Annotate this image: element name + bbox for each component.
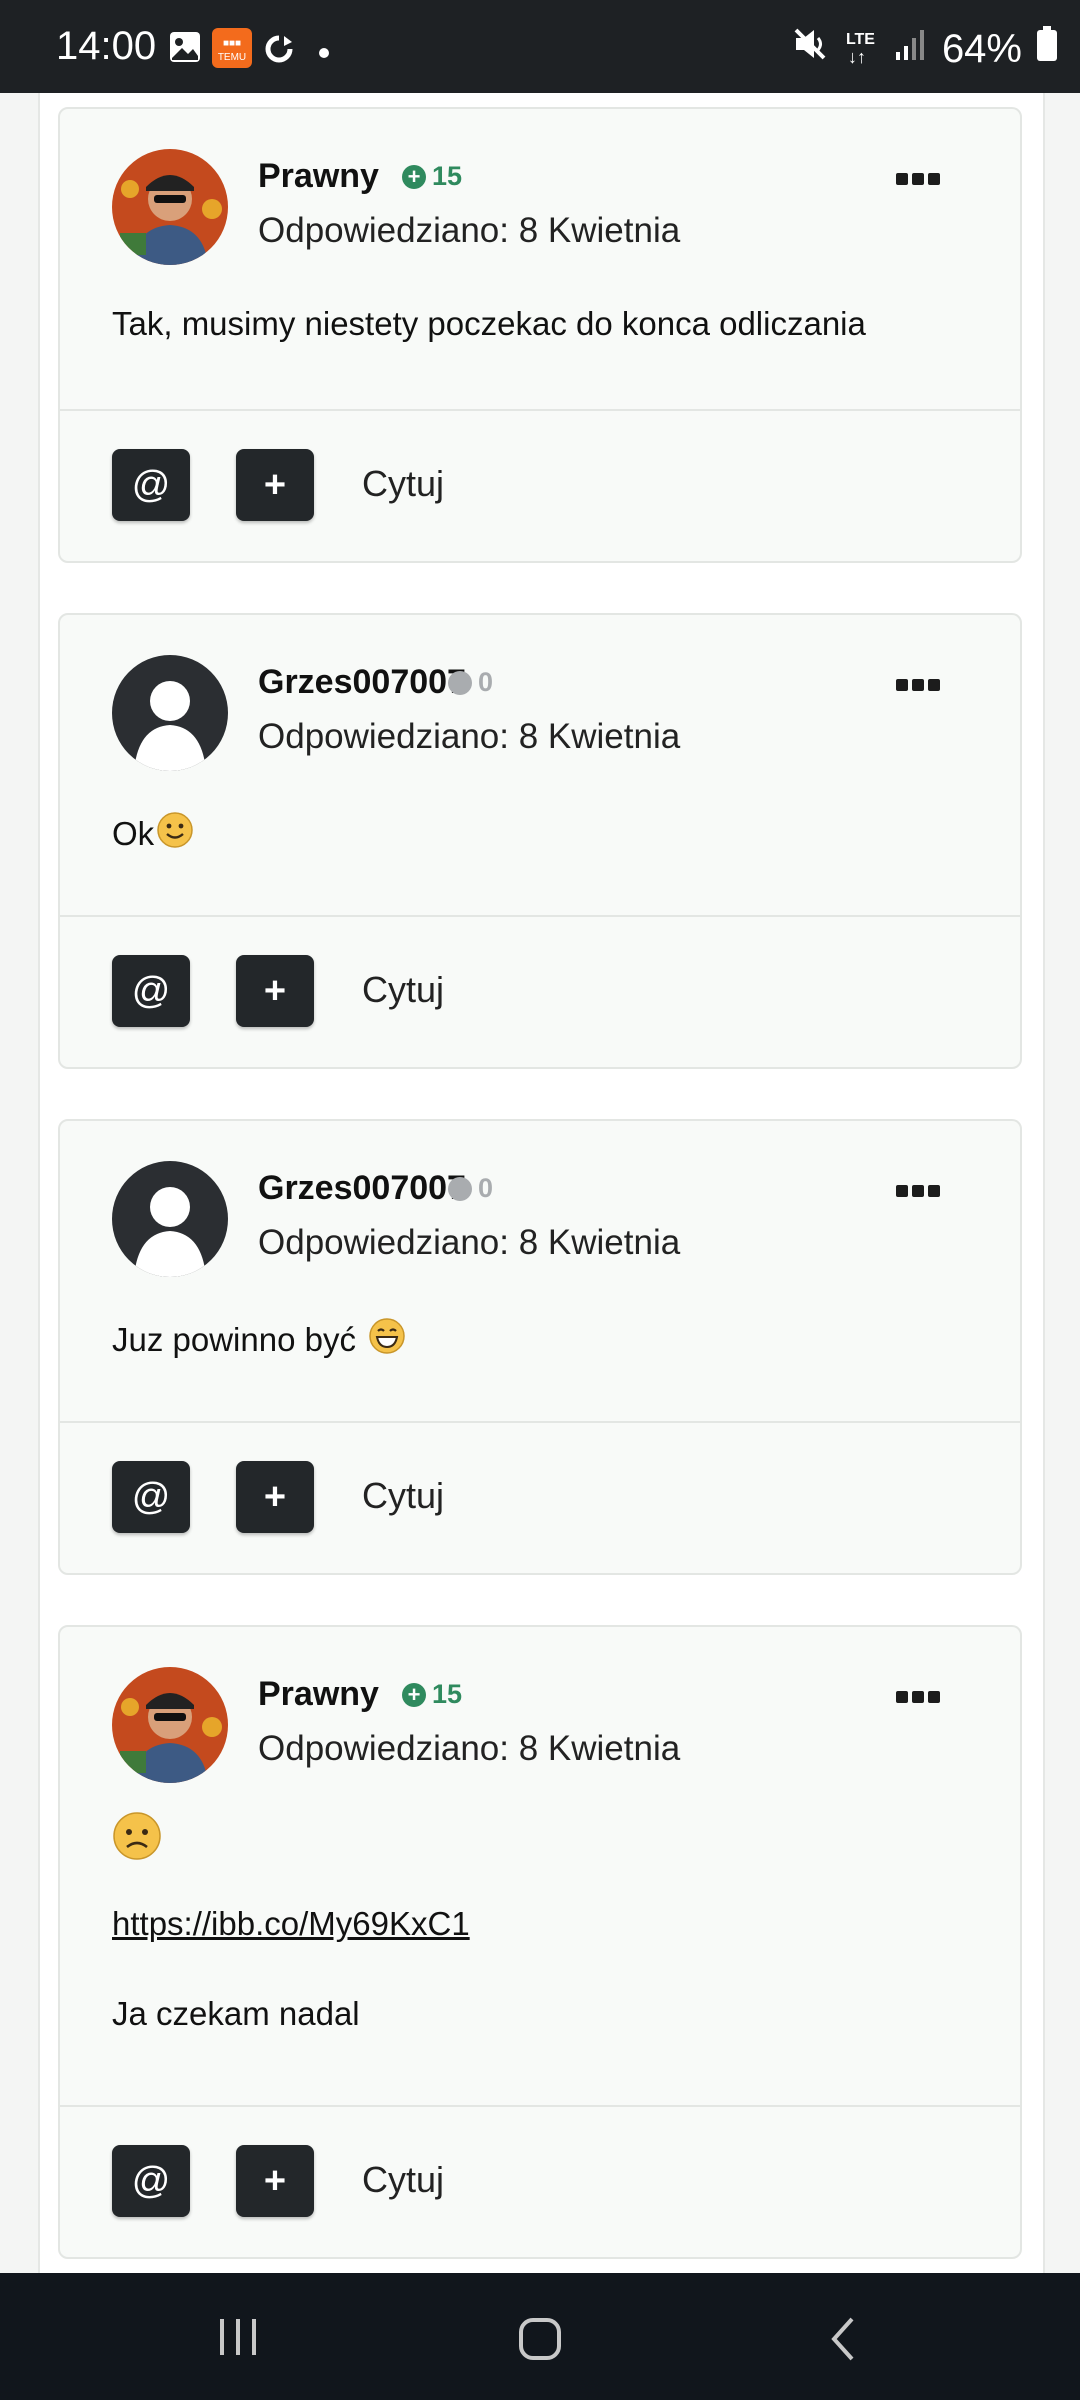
mention-button[interactable]: @ xyxy=(112,1461,190,1533)
post-card: Grzes007007 0 Odpowiedziano: 8 Kwietnia … xyxy=(58,613,1022,1069)
quote-button[interactable]: Cytuj xyxy=(362,969,444,1011)
post-text-line: Juz powinno być xyxy=(112,1321,356,1358)
post-text: Tak, musimy niestety poczekac do konca o… xyxy=(112,305,866,342)
post-header: Grzes007007 0 Odpowiedziano: 8 Kwietnia xyxy=(112,655,980,775)
plus-button[interactable]: + xyxy=(236,449,314,521)
post-actions: @ + Cytuj xyxy=(60,1421,1020,1573)
quote-button[interactable]: Cytuj xyxy=(362,463,444,505)
sync-icon xyxy=(264,34,294,69)
back-icon[interactable] xyxy=(828,2315,858,2368)
avatar[interactable] xyxy=(112,1161,228,1277)
plus-circle-icon: + xyxy=(402,1682,426,1707)
post-link[interactable]: https://ibb.co/My69KxC1 xyxy=(112,1905,470,1943)
reputation-count: 0 xyxy=(478,667,494,697)
more-options-icon[interactable] xyxy=(896,173,940,187)
avatar[interactable] xyxy=(112,149,228,265)
more-options-icon[interactable] xyxy=(896,1691,940,1705)
status-bar: 14:00 ■■■ TEMU LTE ↓↑ 64% xyxy=(0,0,1080,93)
reputation-badge: 0 xyxy=(448,667,493,698)
svg-text:■■■: ■■■ xyxy=(223,38,241,49)
post-text-line: Ok xyxy=(112,815,155,852)
answered-date: Odpowiedziano: 8 Kwietnia xyxy=(258,717,681,756)
answered-date: Odpowiedziano: 8 Kwietnia xyxy=(258,1223,681,1262)
lte-icon: LTE ↓↑ xyxy=(845,31,875,67)
more-options-icon[interactable] xyxy=(896,679,940,693)
more-options-icon[interactable] xyxy=(896,1185,940,1199)
post-text: Juz powinno być xyxy=(112,1317,406,1363)
notification-dot-icon xyxy=(318,46,330,64)
plus-button[interactable]: + xyxy=(236,1461,314,1533)
battery-text: 64% xyxy=(941,26,1022,71)
post-card: Prawny + 15 Odpowiedziano: 8 Kwietnia ht… xyxy=(58,1625,1022,2259)
quote-button[interactable]: Cytuj xyxy=(362,2159,444,2201)
mention-button[interactable]: @ xyxy=(112,2145,190,2217)
reputation-count: 0 xyxy=(478,1173,494,1203)
reputation-badge: + 15 xyxy=(402,1679,462,1710)
avatar[interactable] xyxy=(112,1667,228,1783)
neutral-circle-icon xyxy=(448,670,472,695)
author-name[interactable]: Grzes007007 xyxy=(258,663,466,702)
worried-emoji-icon xyxy=(112,1811,162,1866)
gallery-icon xyxy=(168,30,202,69)
mute-icon xyxy=(790,24,830,74)
navigation-bar xyxy=(0,2273,1080,2400)
recent-apps-icon[interactable] xyxy=(218,2317,258,2362)
svg-text:TEMU: TEMU xyxy=(218,52,246,63)
avatar[interactable] xyxy=(112,655,228,771)
quote-button[interactable]: Cytuj xyxy=(362,1475,444,1517)
author-name[interactable]: Prawny xyxy=(258,1675,379,1714)
mention-button[interactable]: @ xyxy=(112,955,190,1027)
answered-date: Odpowiedziano: 8 Kwietnia xyxy=(258,1729,681,1768)
status-time: 14:00 xyxy=(56,24,157,68)
post-text: Ok xyxy=(112,811,194,857)
plus-circle-icon: + xyxy=(402,164,426,189)
battery-icon xyxy=(1036,26,1058,72)
post-actions: @ + Cytuj xyxy=(60,409,1020,561)
mention-button[interactable]: @ xyxy=(112,449,190,521)
post-header: Prawny + 15 Odpowiedziano: 8 Kwietnia xyxy=(112,149,980,269)
home-icon[interactable] xyxy=(518,2317,562,2366)
plus-button[interactable]: + xyxy=(236,955,314,1027)
reputation-badge: + 15 xyxy=(402,161,462,192)
grin-emoji-icon xyxy=(368,1317,406,1363)
post-actions: @ + Cytuj xyxy=(60,915,1020,1067)
answered-date: Odpowiedziano: 8 Kwietnia xyxy=(258,211,681,250)
post-card: Grzes007007 0 Odpowiedziano: 8 Kwietnia … xyxy=(58,1119,1022,1575)
status-right-group: LTE ↓↑ 64% xyxy=(790,24,1058,74)
author-name[interactable]: Prawny xyxy=(258,157,379,196)
post-actions: @ + Cytuj xyxy=(60,2105,1020,2257)
post-header: Grzes007007 0 Odpowiedziano: 8 Kwietnia xyxy=(112,1161,980,1281)
smile-emoji-icon xyxy=(156,811,194,857)
signal-icon xyxy=(894,27,928,72)
plus-button[interactable]: + xyxy=(236,2145,314,2217)
post-card: Prawny + 15 Odpowiedziano: 8 Kwietnia Ta… xyxy=(58,107,1022,563)
author-name[interactable]: Grzes007007 xyxy=(258,1169,466,1208)
post-text: Ja czekam nadal xyxy=(112,1995,360,2032)
post-header: Prawny + 15 Odpowiedziano: 8 Kwietnia xyxy=(112,1667,980,1787)
thread-page: Prawny + 15 Odpowiedziano: 8 Kwietnia Ta… xyxy=(38,93,1045,2273)
neutral-circle-icon xyxy=(448,1176,472,1201)
reputation-badge: 0 xyxy=(448,1173,493,1204)
reputation-count: 15 xyxy=(432,161,463,191)
temu-app-icon: ■■■ TEMU xyxy=(212,28,252,73)
reputation-count: 15 xyxy=(432,1679,463,1709)
